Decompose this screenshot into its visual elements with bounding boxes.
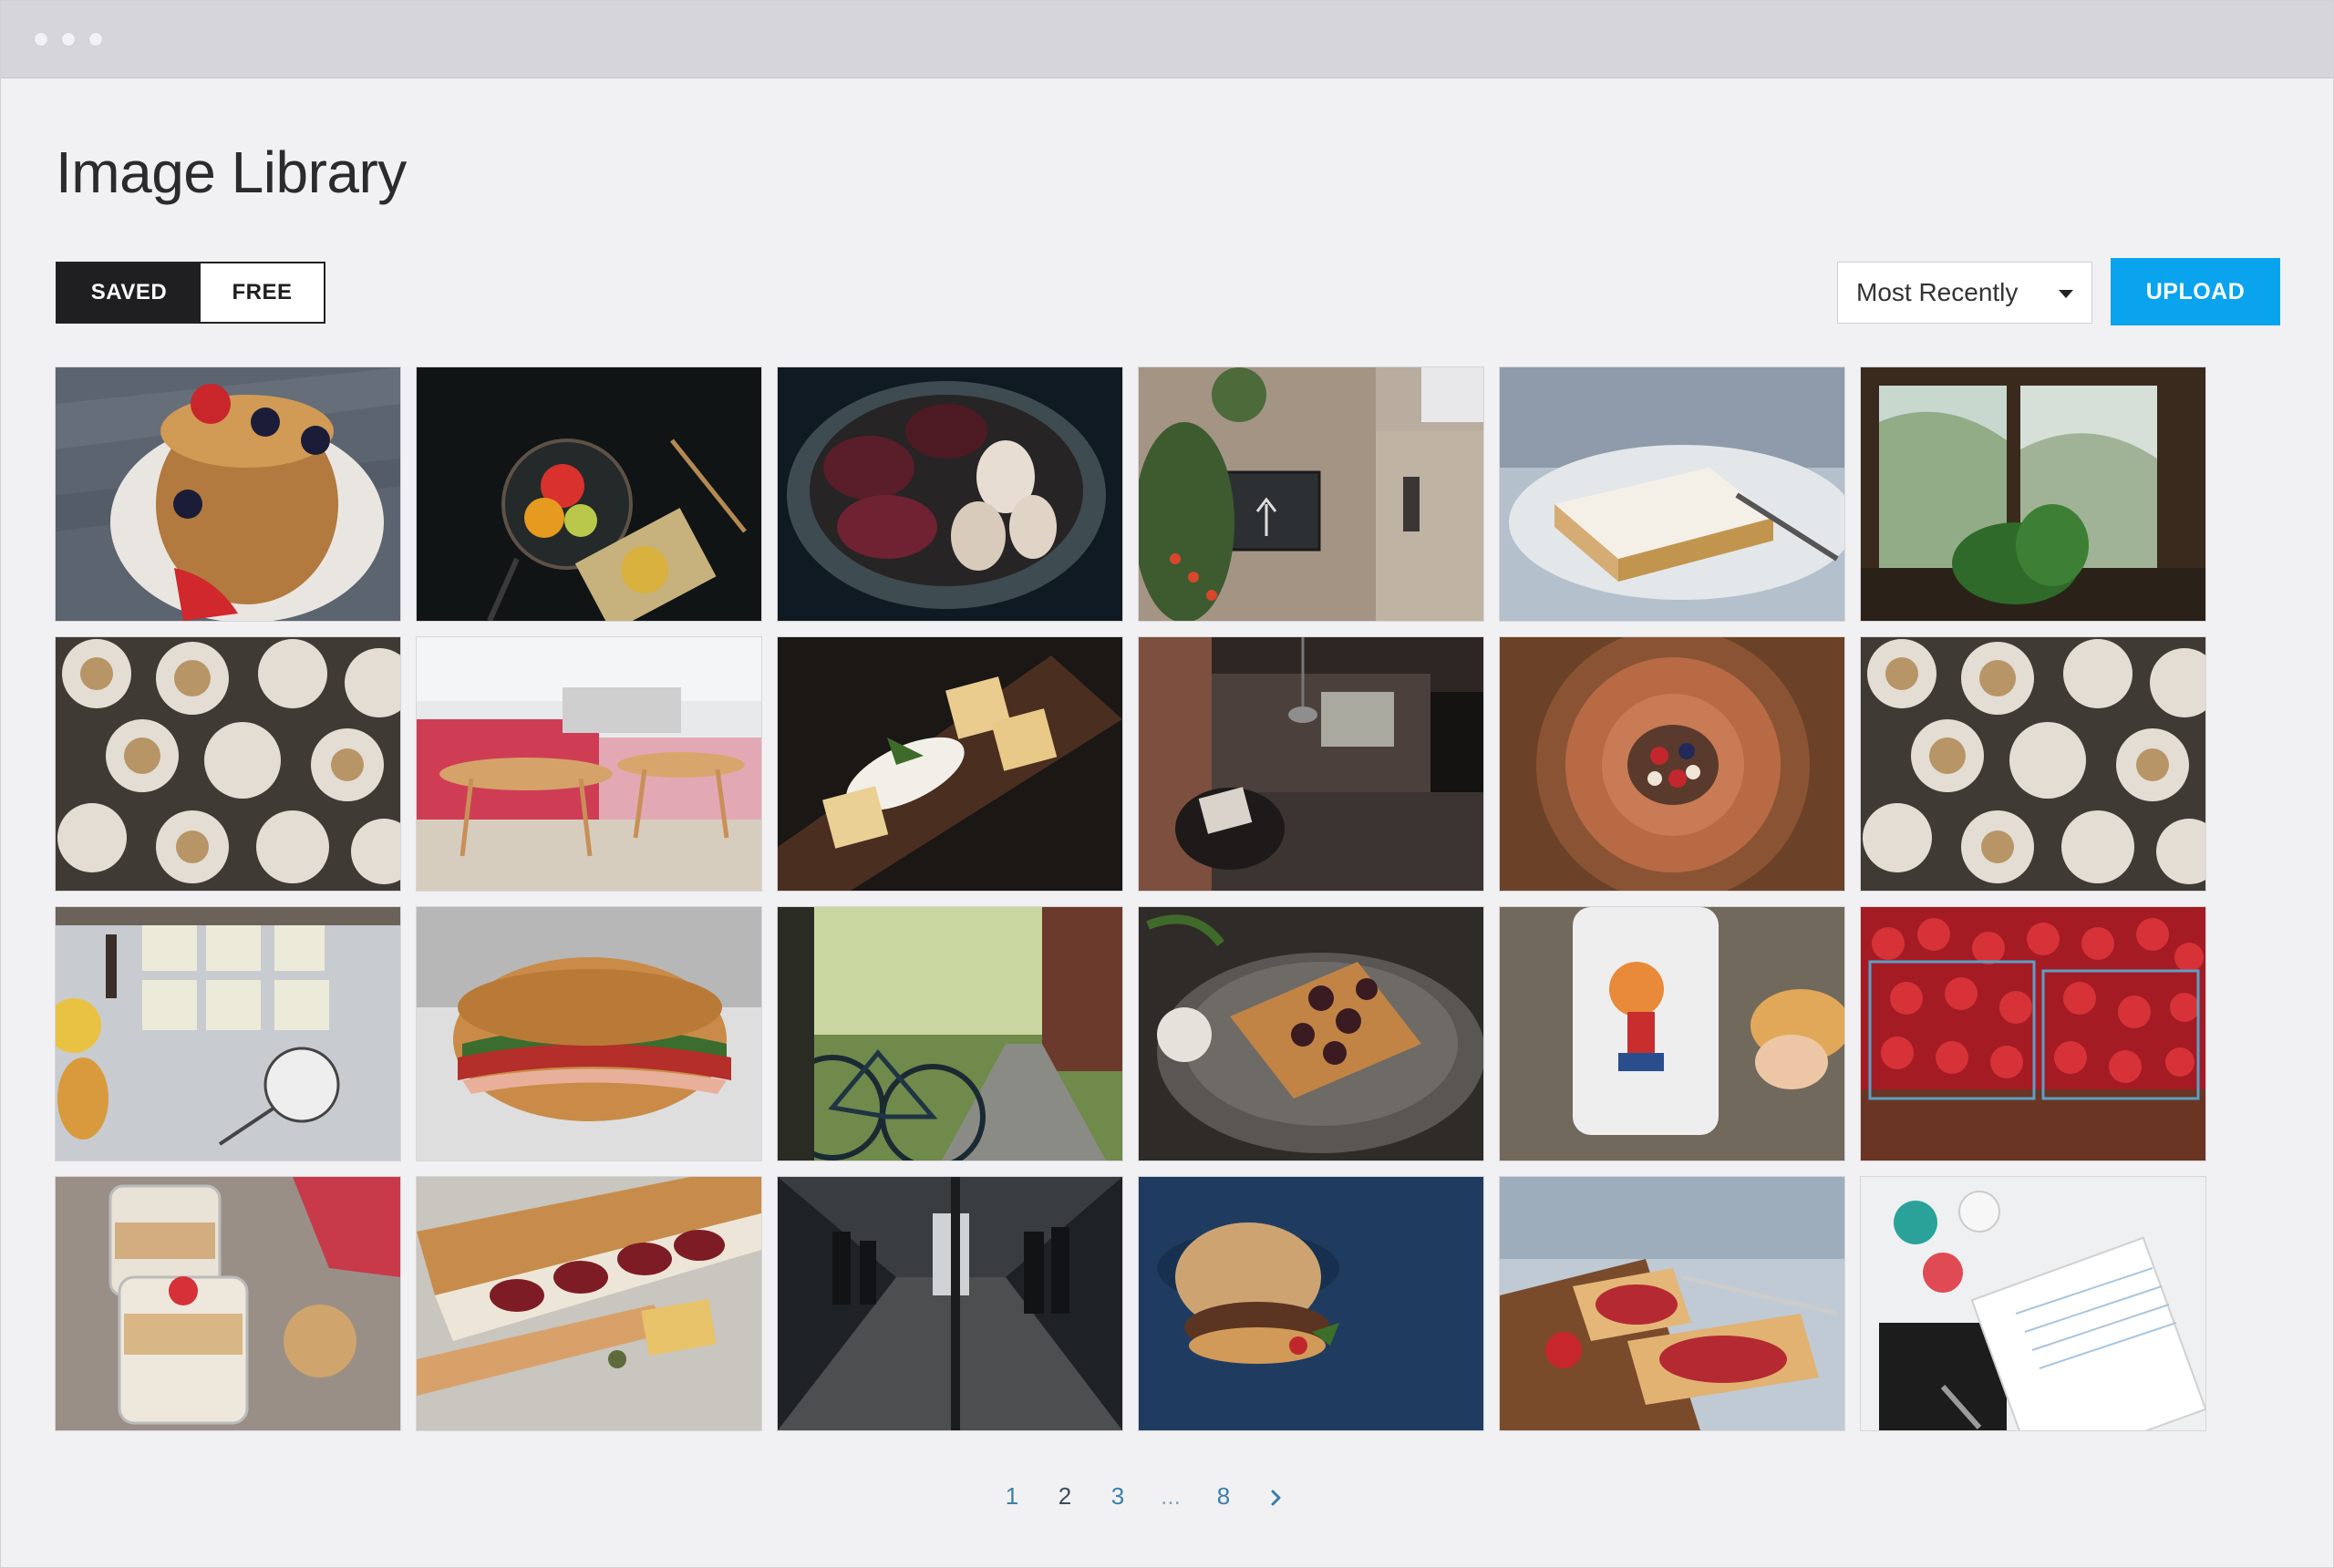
loft-interior-image [1139,637,1483,891]
image-grid [56,367,2207,1430]
cream-pie-image [1500,367,1844,621]
restaurant-sign-image [1139,367,1483,621]
page-link-1[interactable]: 1 [986,1482,1038,1511]
beets-image [778,367,1122,621]
image-thumbnail[interactable] [417,637,761,891]
library-toggle: SAVED FREE [56,262,325,324]
baguette-salami-image [417,1177,761,1430]
image-thumbnail[interactable] [778,1177,1122,1430]
strawberries-image [1861,907,2205,1161]
image-thumbnail[interactable] [1139,367,1483,621]
page-link-8[interactable]: 8 [1197,1482,1250,1511]
image-thumbnail[interactable] [1861,907,2205,1161]
baking-ingredients-image [56,907,400,1161]
bicycle-image [778,907,1122,1161]
image-thumbnail[interactable] [778,637,1122,891]
tab-saved[interactable]: SAVED [57,263,201,322]
browser-window: Image Library SAVED FREE Most Recently U… [0,0,2334,1568]
page-ellipsis: ... [1161,1481,1181,1510]
window-close-dot[interactable] [34,32,48,46]
pancake-plate-image [1500,637,1844,891]
waffles-image [1139,907,1483,1161]
pink-sofa-image [417,637,761,891]
image-thumbnail[interactable] [56,637,400,891]
yogurt-parfait-image [56,1177,400,1430]
next-page-button[interactable] [1250,1482,1303,1511]
image-thumbnail[interactable] [417,1177,761,1430]
page-link-2-current[interactable]: 2 [1038,1482,1091,1511]
sort-select-value: Most Recently [1856,278,2019,306]
image-thumbnail[interactable] [56,907,400,1161]
notebook-pins-image [1861,1177,2205,1430]
chevron-right-icon [1271,1490,1281,1506]
upload-button[interactable]: UPLOAD [2111,258,2280,325]
image-thumbnail[interactable] [1861,637,2205,891]
burger-image [1139,1177,1483,1430]
image-thumbnail[interactable] [1139,1177,1483,1430]
image-thumbnail[interactable] [1139,907,1483,1161]
window-plant-image [1861,367,2205,621]
image-thumbnail[interactable] [56,1177,400,1430]
mug-pastry-image [1500,907,1844,1161]
image-thumbnail[interactable] [417,907,761,1161]
toast-jam-image [1500,1177,1844,1430]
image-thumbnail[interactable] [1500,1177,1844,1430]
image-thumbnail[interactable] [1500,907,1844,1161]
window-titlebar [1,1,2333,78]
image-thumbnail[interactable] [1500,367,1844,621]
meringue-cupcakes-image-2 [1861,637,2205,891]
cheese-crackers-image [778,637,1122,891]
meringue-cupcakes-image [56,637,400,891]
image-thumbnail[interactable] [1139,637,1483,891]
page-link-3[interactable]: 3 [1091,1482,1144,1511]
image-thumbnail[interactable] [417,367,761,621]
image-thumbnail[interactable] [778,367,1122,621]
image-thumbnail[interactable] [1861,1177,2205,1430]
image-thumbnail[interactable] [56,367,400,621]
pagination: 1 2 3 ... 8 [986,1478,1303,1514]
image-thumbnail[interactable] [1500,637,1844,891]
page-title: Image Library [56,139,407,205]
image-thumbnail[interactable] [1861,367,2205,621]
chevron-down-icon [2059,290,2073,298]
sandwich-image [417,907,761,1161]
sort-select[interactable]: Most Recently [1837,262,2092,324]
subway-image [778,1177,1122,1430]
pancakes-image [56,367,400,621]
lemons-image [417,367,761,621]
tab-free[interactable]: FREE [201,263,324,322]
window-minimize-dot[interactable] [61,32,76,46]
image-thumbnail[interactable] [778,907,1122,1161]
window-zoom-dot[interactable] [88,32,103,46]
